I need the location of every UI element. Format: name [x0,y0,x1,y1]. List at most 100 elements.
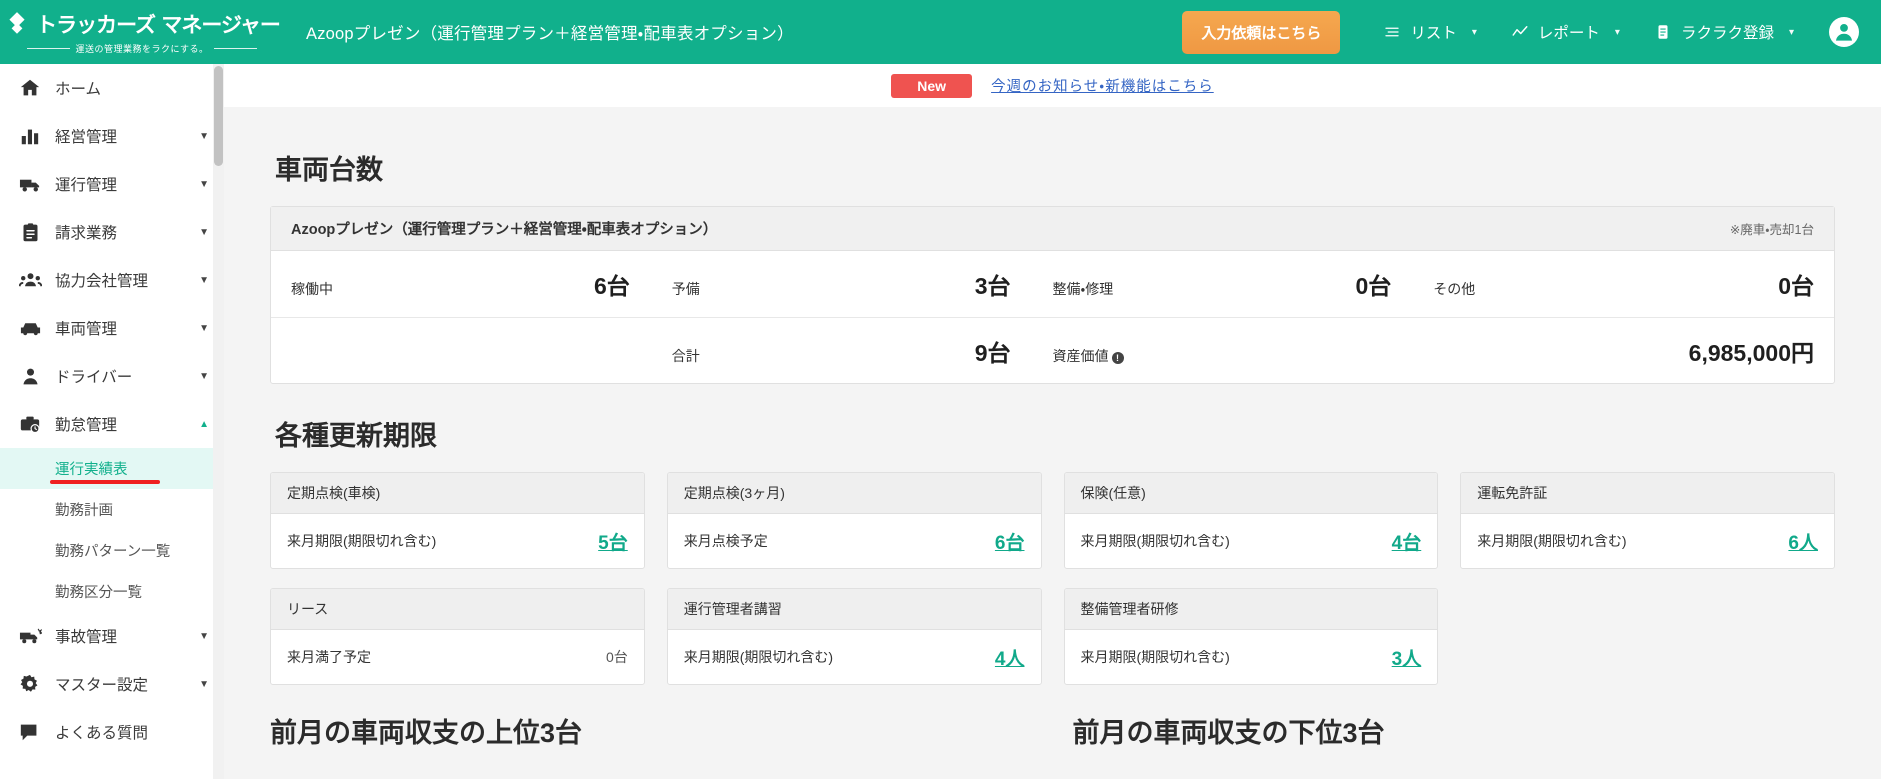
sidebar-sublabel: 勤務パターン一覧 [55,540,170,561]
card-body: 来月期限(期限切れ含む) 4台 [1065,514,1438,568]
sidebar-sublabel: 勤務区分一覧 [55,581,142,602]
kpi-value: 0台 [1355,267,1433,301]
nav-easy-register[interactable]: ラクラク登録 ▾ [1637,21,1811,43]
kpi-value: 6台 [594,267,672,301]
sidebar-sublabel: 運行実績表 [55,458,128,479]
card-body: 来月期限(期限切れ含む) 6人 [1461,514,1834,568]
kpi-label: 資産価値 [1053,346,1109,366]
page-title-vehicle-count: 車両台数 [275,148,1835,187]
sidebar-item-faq[interactable]: よくある質問 [0,708,223,756]
sidebar-item-master-settings[interactable]: マスター設定 ▼ [0,660,223,708]
sidebar-subitem-work-category-list[interactable]: 勤務区分一覧 [0,571,223,612]
nav-list-label: リスト [1410,21,1457,43]
briefcase-clock-icon [18,412,42,436]
sidebar-label: 勤怠管理 [55,413,199,435]
card-body: 来月満了予定 0台 [271,630,644,684]
sidebar-subitem-driving-record[interactable]: 運行実績表 [0,448,223,489]
card-body: 来月点検予定 6台 [668,514,1041,568]
logo-tagline: 運送の管理業務をラクにする。 [27,42,257,55]
top-navigation: 入力依頼はこちら リスト ▾ レポート ▾ ラク [1182,0,1881,64]
kpi-label: その他 [1433,279,1475,299]
sidebar-subitem-work-plan[interactable]: 勤務計画 [0,489,223,530]
clipboard-list-icon [18,220,42,244]
balance-section-titles: 前月の車両収支の上位3台 前月の車両収支の下位3台 [270,711,1835,750]
kpi-label: 整備・修理 [1053,279,1114,299]
user-avatar-button[interactable] [1829,17,1859,47]
top-header-bar: トラッカーズ マネージャー 運送の管理業務をラクにする。 Azoopプレゼン（運… [0,0,1881,64]
kpi-value: 9台 [975,334,1053,368]
card-label: 来月期限(期限切れ含む) [1477,531,1626,551]
card-label: 来月期限(期限切れ含む) [684,647,833,667]
sidebar-item-partner-company[interactable]: 協力会社管理 ▼ [0,256,223,304]
card-title: リース [271,589,644,630]
card-value: 0台 [606,647,628,667]
sidebar-label: 運行管理 [55,173,199,195]
card-value-link[interactable]: 6人 [1788,528,1818,555]
sidebar-caret: ▼ [199,323,209,334]
card-title: 定期点検(3ヶ月) [668,473,1041,514]
card-value-link[interactable]: 4台 [1392,528,1422,555]
sidebar-caret: ▼ [199,631,209,642]
vehicle-status-row: 稼働中 6台 予備 3台 整備・修理 0台 その他 0台 [271,251,1834,317]
sidebar-label: 請求業務 [55,221,199,243]
sidebar-item-operation[interactable]: 運行管理 ▼ [0,160,223,208]
nav-list[interactable]: リスト ▾ [1366,21,1494,43]
sidebar-scrollbar-track[interactable] [213,64,224,779]
info-icon[interactable]: ! [1112,352,1124,364]
list-icon [1383,23,1401,41]
sidebar-caret: ▼ [199,131,209,142]
vehicle-count-panel: Azoopプレゼン（運行管理プラン＋経営管理・配車表オプション） ※廃車・売却1… [270,206,1835,384]
kpi-operating: 稼働中 6台 [291,267,672,301]
sidebar-caret: ▼ [199,227,209,238]
kpi-label: 予備 [672,279,700,299]
vehicle-total-row: 合計 9台 資産価値 ! 6,985,000円 [271,317,1834,383]
red-underline-annotation [50,480,160,484]
card-label: 来月期限(期限切れ含む) [1081,647,1230,667]
card-label: 来月点検予定 [684,531,768,551]
sidebar-label: 事故管理 [55,625,199,647]
logo-title: トラッカーズ マネージャー [36,9,280,39]
card-label: 来月満了予定 [287,647,371,667]
kpi-asset-value: 資産価値 ! 6,985,000円 [1053,334,1815,368]
sidebar-label: ドライバー [55,365,199,387]
deadline-card-3month-inspection: 定期点検(3ヶ月) 来月点検予定 6台 [667,472,1042,569]
sidebar-item-accident[interactable]: 事故管理 ▼ [0,612,223,660]
bar-chart-icon [18,124,42,148]
card-value-link[interactable]: 4人 [995,644,1025,671]
sidebar-item-billing[interactable]: 請求業務 ▼ [0,208,223,256]
sidebar-item-management[interactable]: 経営管理 ▼ [0,112,223,160]
people-icon [18,268,42,292]
sidebar-subitem-work-pattern-list[interactable]: 勤務パターン一覧 [0,530,223,571]
sidebar-scrollbar-thumb[interactable] [214,66,223,166]
sidebar-item-driver[interactable]: ドライバー ▼ [0,352,223,400]
kpi-value: 3台 [975,267,1053,301]
sidebar-label: マスター設定 [55,673,199,695]
chat-icon [18,720,42,744]
card-value-link[interactable]: 6台 [995,528,1025,555]
sidebar-item-attendance[interactable]: 勤怠管理 ▲ [0,400,223,448]
app-logo[interactable]: トラッカーズ マネージャー 運送の管理業務をラクにする。 [0,9,268,55]
main-content: New 今週のお知らせ・新機能はこちら 車両台数 Azoopプレゼン（運行管理プ… [224,64,1881,779]
deadline-cards-row-2: リース 来月満了予定 0台 運行管理者講習 来月期限(期限切れ含む) 4人 整備… [270,588,1835,685]
card-title: 運転免許証 [1461,473,1834,514]
card-label: 来月期限(期限切れ含む) [287,531,436,551]
sidebar-caret: ▼ [199,371,209,382]
logo-tagline-text: 運送の管理業務をラクにする。 [75,42,208,55]
diamond-logo-icon [4,11,30,37]
section-title-deadlines: 各種更新期限 [275,414,1835,453]
new-badge: New [891,74,972,98]
card-body: 来月期限(期限切れ含む) 4人 [668,630,1041,684]
sidebar-item-home[interactable]: ホーム [0,64,223,112]
nav-report[interactable]: レポート ▾ [1494,21,1637,43]
announcement-link[interactable]: 今週のお知らせ・新機能はこちら [991,75,1214,96]
card-title: 運行管理者講習 [668,589,1041,630]
kpi-total: 合計 9台 [672,334,1053,368]
card-value-link[interactable]: 5台 [598,528,628,555]
sidebar-caret: ▼ [199,275,209,286]
sidebar-item-vehicle[interactable]: 車両管理 ▼ [0,304,223,352]
deadline-card-operation-manager-training: 運行管理者講習 来月期限(期限切れ含む) 4人 [667,588,1042,685]
card-value-link[interactable]: 3人 [1392,644,1422,671]
input-request-button[interactable]: 入力依頼はこちら [1182,11,1340,54]
deadline-card-drivers-license: 運転免許証 来月期限(期限切れ含む) 6人 [1460,472,1835,569]
sidebar-navigation: ホーム 経営管理 ▼ 運行管理 ▼ 請求業務 ▼ 協力会社管理 ▼ 車両管理 [0,64,224,779]
